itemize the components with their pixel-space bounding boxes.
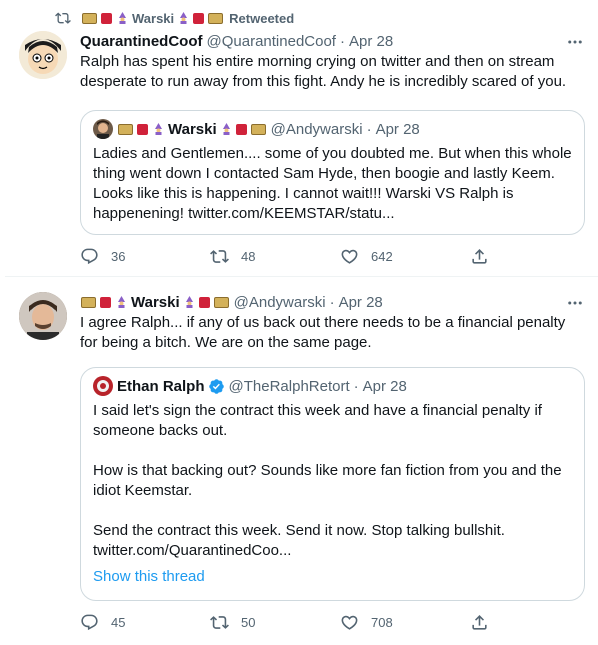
- reply-icon: [81, 614, 98, 630]
- mage-emoji: [117, 12, 128, 24]
- reply-count: 36: [111, 248, 126, 264]
- separator: ·: [366, 120, 372, 138]
- like-button[interactable]: 642: [340, 247, 470, 266]
- separator: ·: [329, 293, 335, 311]
- slot-machine-emoji: [213, 296, 229, 308]
- share-icon: [472, 614, 487, 630]
- quote-author-handle[interactable]: @TheRalphRetort: [229, 378, 350, 395]
- quote-text: Ladies and Gentlemen.... some of you dou…: [93, 145, 572, 222]
- like-count: 708: [371, 614, 393, 630]
- tweet-actions: 45 50 708: [80, 612, 510, 632]
- retweet-context[interactable]: Warski Retweeted: [55, 9, 294, 27]
- more-icon[interactable]: [566, 294, 584, 312]
- slot-machine-emoji: [250, 123, 266, 135]
- slot-machine-emoji: [208, 12, 224, 24]
- mage-emoji: [116, 296, 127, 308]
- author-handle[interactable]: @QuarantinedCoof: [207, 33, 336, 50]
- quote-header: Ethan Ralph @TheRalphRetort · Apr 28: [93, 376, 407, 396]
- dice-emoji: [137, 123, 148, 135]
- tweet-header: QuarantinedCoof @QuarantinedCoof · Apr 2…: [80, 31, 393, 51]
- tweet[interactable]: Warski Retweeted QuarantinedCoof @Quaran…: [5, 0, 598, 275]
- quoted-tweet[interactable]: Ethan Ralph @TheRalphRetort · Apr 28 I s…: [80, 367, 585, 601]
- reply-icon: [81, 248, 98, 264]
- tweet-text: Ralph has spent his entire morning cryin…: [80, 53, 567, 90]
- verified-icon: [208, 378, 224, 394]
- dice-emoji: [235, 123, 247, 135]
- quote-header: Warski @Andywarski · Apr 28: [93, 119, 420, 139]
- quote-author-name[interactable]: Warski: [168, 121, 217, 138]
- mage-emoji: [184, 296, 195, 308]
- retweet-count: 48: [241, 248, 256, 264]
- dice-emoji: [193, 12, 205, 24]
- dice-emoji: [198, 296, 210, 308]
- share-icon: [472, 248, 487, 264]
- like-count: 642: [371, 248, 393, 264]
- mage-emoji: [153, 123, 164, 135]
- mage-emoji: [221, 123, 232, 135]
- author-name[interactable]: QuarantinedCoof: [80, 33, 203, 50]
- retweeter-name[interactable]: Warski: [132, 11, 174, 26]
- mage-emoji: [178, 12, 189, 24]
- retweet-button[interactable]: 48: [210, 247, 340, 266]
- author-name[interactable]: Warski: [131, 294, 180, 311]
- retweet-icon: [55, 12, 71, 24]
- like-icon: [341, 249, 358, 264]
- reply-count: 45: [111, 614, 126, 630]
- show-thread-link[interactable]: Show this thread: [93, 568, 205, 585]
- retweet-icon: [210, 615, 229, 629]
- quote-date[interactable]: Apr 28: [376, 121, 420, 138]
- slot-machine-emoji: [81, 296, 96, 308]
- quote-author-name[interactable]: Ethan Ralph: [117, 378, 205, 395]
- reply-button[interactable]: 45: [80, 613, 210, 632]
- quote-date[interactable]: Apr 28: [363, 378, 407, 395]
- reply-button[interactable]: 36: [80, 247, 210, 266]
- dice-emoji: [100, 296, 111, 308]
- quote-text: I said let's sign the contract this week…: [93, 402, 562, 559]
- tweet-date[interactable]: Apr 28: [339, 294, 383, 311]
- quote-author-handle[interactable]: @Andywarski: [271, 121, 363, 138]
- dice-emoji: [101, 12, 112, 24]
- retweeted-label: Retweeted: [229, 10, 295, 26]
- tweet-header: Warski @Andywarski · Apr 28: [80, 292, 383, 312]
- share-button[interactable]: [470, 247, 489, 266]
- tweet-date[interactable]: Apr 28: [349, 33, 393, 50]
- avatar: [93, 119, 113, 139]
- quoted-tweet[interactable]: Warski @Andywarski · Apr 28 Ladies and G…: [80, 110, 585, 235]
- tweet-text: I agree Ralph... if any of us back out t…: [80, 314, 566, 351]
- avatar[interactable]: [19, 31, 67, 79]
- divider: [5, 276, 598, 277]
- retweet-count: 50: [241, 614, 256, 630]
- retweet-button[interactable]: 50: [210, 613, 340, 632]
- retweet-icon: [210, 249, 229, 263]
- avatar[interactable]: [19, 292, 67, 340]
- separator: ·: [339, 32, 345, 50]
- share-button[interactable]: [470, 613, 489, 632]
- more-icon[interactable]: [566, 33, 584, 51]
- tweet-actions: 36 48 642: [80, 246, 510, 266]
- slot-machine-emoji: [82, 12, 97, 24]
- slot-machine-emoji: [118, 123, 133, 135]
- author-handle[interactable]: @Andywarski: [234, 294, 326, 311]
- avatar: [93, 376, 113, 396]
- tweet[interactable]: Warski @Andywarski · Apr 28 I agree Ralp…: [5, 281, 598, 645]
- like-icon: [341, 615, 358, 630]
- separator: ·: [353, 377, 359, 395]
- like-button[interactable]: 708: [340, 613, 470, 632]
